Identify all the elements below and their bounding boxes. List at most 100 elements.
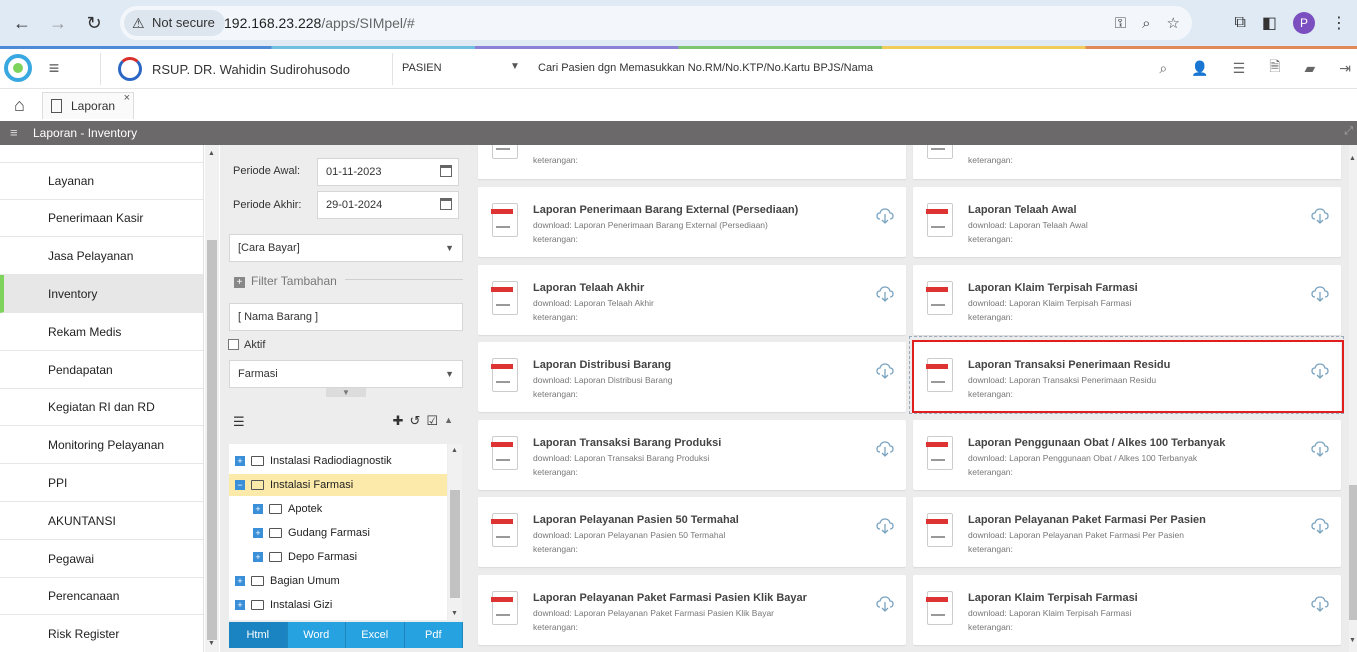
report-scroll-thumb[interactable] [1349,485,1357,620]
sidebar-item-perencanaan[interactable]: Perencanaan [0,577,203,615]
address-bar[interactable]: ⚠ Not secure 192.168.23.228/apps/SIMpel/… [120,6,1192,40]
sidebar-item-risk-register[interactable]: Risk Register [0,615,203,652]
sidepanel-icon[interactable]: ◧ [1262,13,1277,33]
expand-icon[interactable]: + [253,552,263,562]
export-pdf-button[interactable]: Pdf [404,622,463,648]
tree-node-gudang-farmasi[interactable]: + Gudang Farmasi [253,522,370,544]
sidebar-item-pegawai[interactable]: Pegawai [0,540,203,578]
sidebar-item-ppi[interactable]: PPI [0,464,203,502]
export-html-button[interactable]: Html [229,622,288,648]
report-card[interactable]: Laporan Distribusi Barang download: Lapo… [478,342,906,412]
hamburger-menu-icon[interactable]: ≡ [40,49,68,89]
aktif-checkbox[interactable] [228,339,239,350]
nama-barang-input[interactable]: [ Nama Barang ] [229,303,463,331]
add-icon[interactable]: ✚ [393,413,404,429]
key-icon[interactable]: ⚿ [1115,15,1126,32]
sidebar-item-layanan[interactable]: Layanan [0,162,203,200]
expand-icon[interactable]: + [235,576,245,586]
back-icon[interactable]: ← [10,11,34,35]
extensions-icon[interactable]: ⧉ [1234,14,1245,32]
sidebar-item-pendapatan[interactable]: Pendapatan [0,351,203,389]
report-card[interactable]: Laporan Telaah Akhir download: Laporan T… [478,265,906,335]
report-card[interactable]: Laporan Klaim Terpisah Farmasi download:… [913,575,1341,645]
sidebar-item-penerimaan-kasir[interactable]: Penerimaan Kasir [0,199,203,237]
report-card-partial[interactable]: keterangan: [913,145,1341,179]
report-card[interactable]: Laporan Telaah Awal download: Laporan Te… [913,187,1341,257]
sidebar-item-jasa-pelayanan[interactable]: Jasa Pelayanan [0,237,203,275]
sidebar-item-kegiatan-ri-rd[interactable]: Kegiatan RI dan RD [0,388,203,426]
list-icon[interactable]: ☰ [1233,60,1246,77]
profile-avatar[interactable]: P [1293,12,1315,34]
close-icon[interactable]: × [124,92,130,104]
filter-tambahan-toggle[interactable]: + Filter Tambahan [234,274,337,288]
folder-icon[interactable]: ▰ [1304,60,1315,77]
sidebar-scroll-thumb[interactable] [207,240,217,640]
cloud-download-icon[interactable] [876,362,894,380]
expand-icon[interactable]: + [235,600,245,610]
cloud-download-icon[interactable] [876,517,894,535]
zoom-icon[interactable]: ⌕ [1142,15,1150,32]
cloud-download-icon[interactable] [1311,517,1329,535]
cara-bayar-select[interactable]: [Cara Bayar] ▼ [229,234,463,262]
kebab-menu-icon[interactable]: ⋮ [1331,13,1347,33]
report-card[interactable]: Laporan Pelayanan Paket Farmasi Pasien K… [478,575,906,645]
check-icon[interactable]: ☑ [426,413,438,429]
export-excel-button[interactable]: Excel [346,622,405,648]
chevron-down-icon[interactable]: ▼ [445,361,454,387]
cloud-download-icon[interactable] [876,207,894,225]
security-chip[interactable]: ⚠ Not secure [124,10,225,36]
report-card[interactable]: Laporan Penerimaan Barang External (Pers… [478,187,906,257]
star-icon[interactable]: ☆ [1167,14,1180,32]
pdf-file-icon[interactable]: 🗎 [1269,56,1280,80]
sidebar-scrollbar[interactable]: ▲ ▼ [205,145,219,652]
report-card-partial[interactable]: keterangan: [478,145,906,179]
tree-scroll-thumb[interactable] [450,490,460,598]
sidebar-item-partial[interactable] [0,145,203,163]
add-user-icon[interactable]: 👤 [1191,60,1208,77]
collapse-icon[interactable]: − [235,480,245,490]
history-icon[interactable]: ↺ [410,413,421,429]
list-view-icon[interactable]: ☰ [233,414,245,430]
sidebar-item-akuntansi[interactable]: AKUNTANSI [0,502,203,540]
cloud-download-icon[interactable] [876,440,894,458]
cloud-download-icon[interactable] [1311,440,1329,458]
title-menu-icon[interactable]: ≡ [10,125,18,140]
report-card[interactable]: Laporan Klaim Terpisah Farmasi download:… [913,265,1341,335]
calendar-icon[interactable] [440,198,452,210]
expand-icon[interactable]: ⤢ [1344,125,1353,138]
tab-laporan[interactable]: Laporan × [42,92,134,119]
sidebar-item-monitoring-pelayanan[interactable]: Monitoring Pelayanan [0,426,203,464]
cloud-download-icon[interactable] [1311,595,1329,613]
expand-icon[interactable]: + [235,456,245,466]
report-card[interactable]: Laporan Pelayanan Paket Farmasi Per Pasi… [913,497,1341,567]
cloud-download-icon[interactable] [876,285,894,303]
cloud-download-icon[interactable] [876,595,894,613]
chevron-down-icon[interactable]: ▼ [510,49,520,85]
cloud-download-icon[interactable] [1311,285,1329,303]
tree-node-apotek[interactable]: + Apotek [253,498,322,520]
patient-scope-select[interactable]: PASIEN [402,49,442,87]
periode-akhir-input[interactable]: 29-01-2024 [317,191,459,219]
calendar-icon[interactable] [440,165,452,177]
expand-icon[interactable]: + [253,504,263,514]
app-logo-icon[interactable] [4,53,32,83]
tree-node-depo-farmasi[interactable]: + Depo Farmasi [253,546,357,568]
reload-icon[interactable]: ↻ [82,11,106,35]
chevron-down-icon[interactable]: ▼ [445,235,454,261]
cloud-download-icon[interactable] [1311,207,1329,225]
export-word-button[interactable]: Word [287,622,346,648]
search-icon[interactable]: ⌕ [1159,60,1167,77]
chevron-up-icon[interactable]: ▲ [444,415,453,429]
tree-node-bagian-umum[interactable]: + Bagian Umum [235,570,340,592]
logout-icon[interactable]: ⇥ [1339,60,1351,77]
url-text[interactable]: 192.168.23.228/apps/SIMpel/# [224,6,415,40]
sidebar-item-rekam-medis[interactable]: Rekam Medis [0,313,203,351]
report-card[interactable]: Laporan Transaksi Barang Produksi downlo… [478,420,906,490]
forward-icon[interactable]: → [46,11,70,35]
report-card[interactable]: Laporan Penggunaan Obat / Alkes 100 Terb… [913,420,1341,490]
report-card[interactable]: Laporan Pelayanan Pasien 50 Termahal dow… [478,497,906,567]
home-icon[interactable]: ⌂ [14,95,25,116]
tree-node-instalasi-radiodiagnostik[interactable]: + Instalasi Radiodiagnostik [235,450,392,472]
report-scrollbar[interactable]: ▲ ▼ [1349,145,1357,652]
tree-node-instalasi-farmasi[interactable]: − Instalasi Farmasi [229,474,447,496]
